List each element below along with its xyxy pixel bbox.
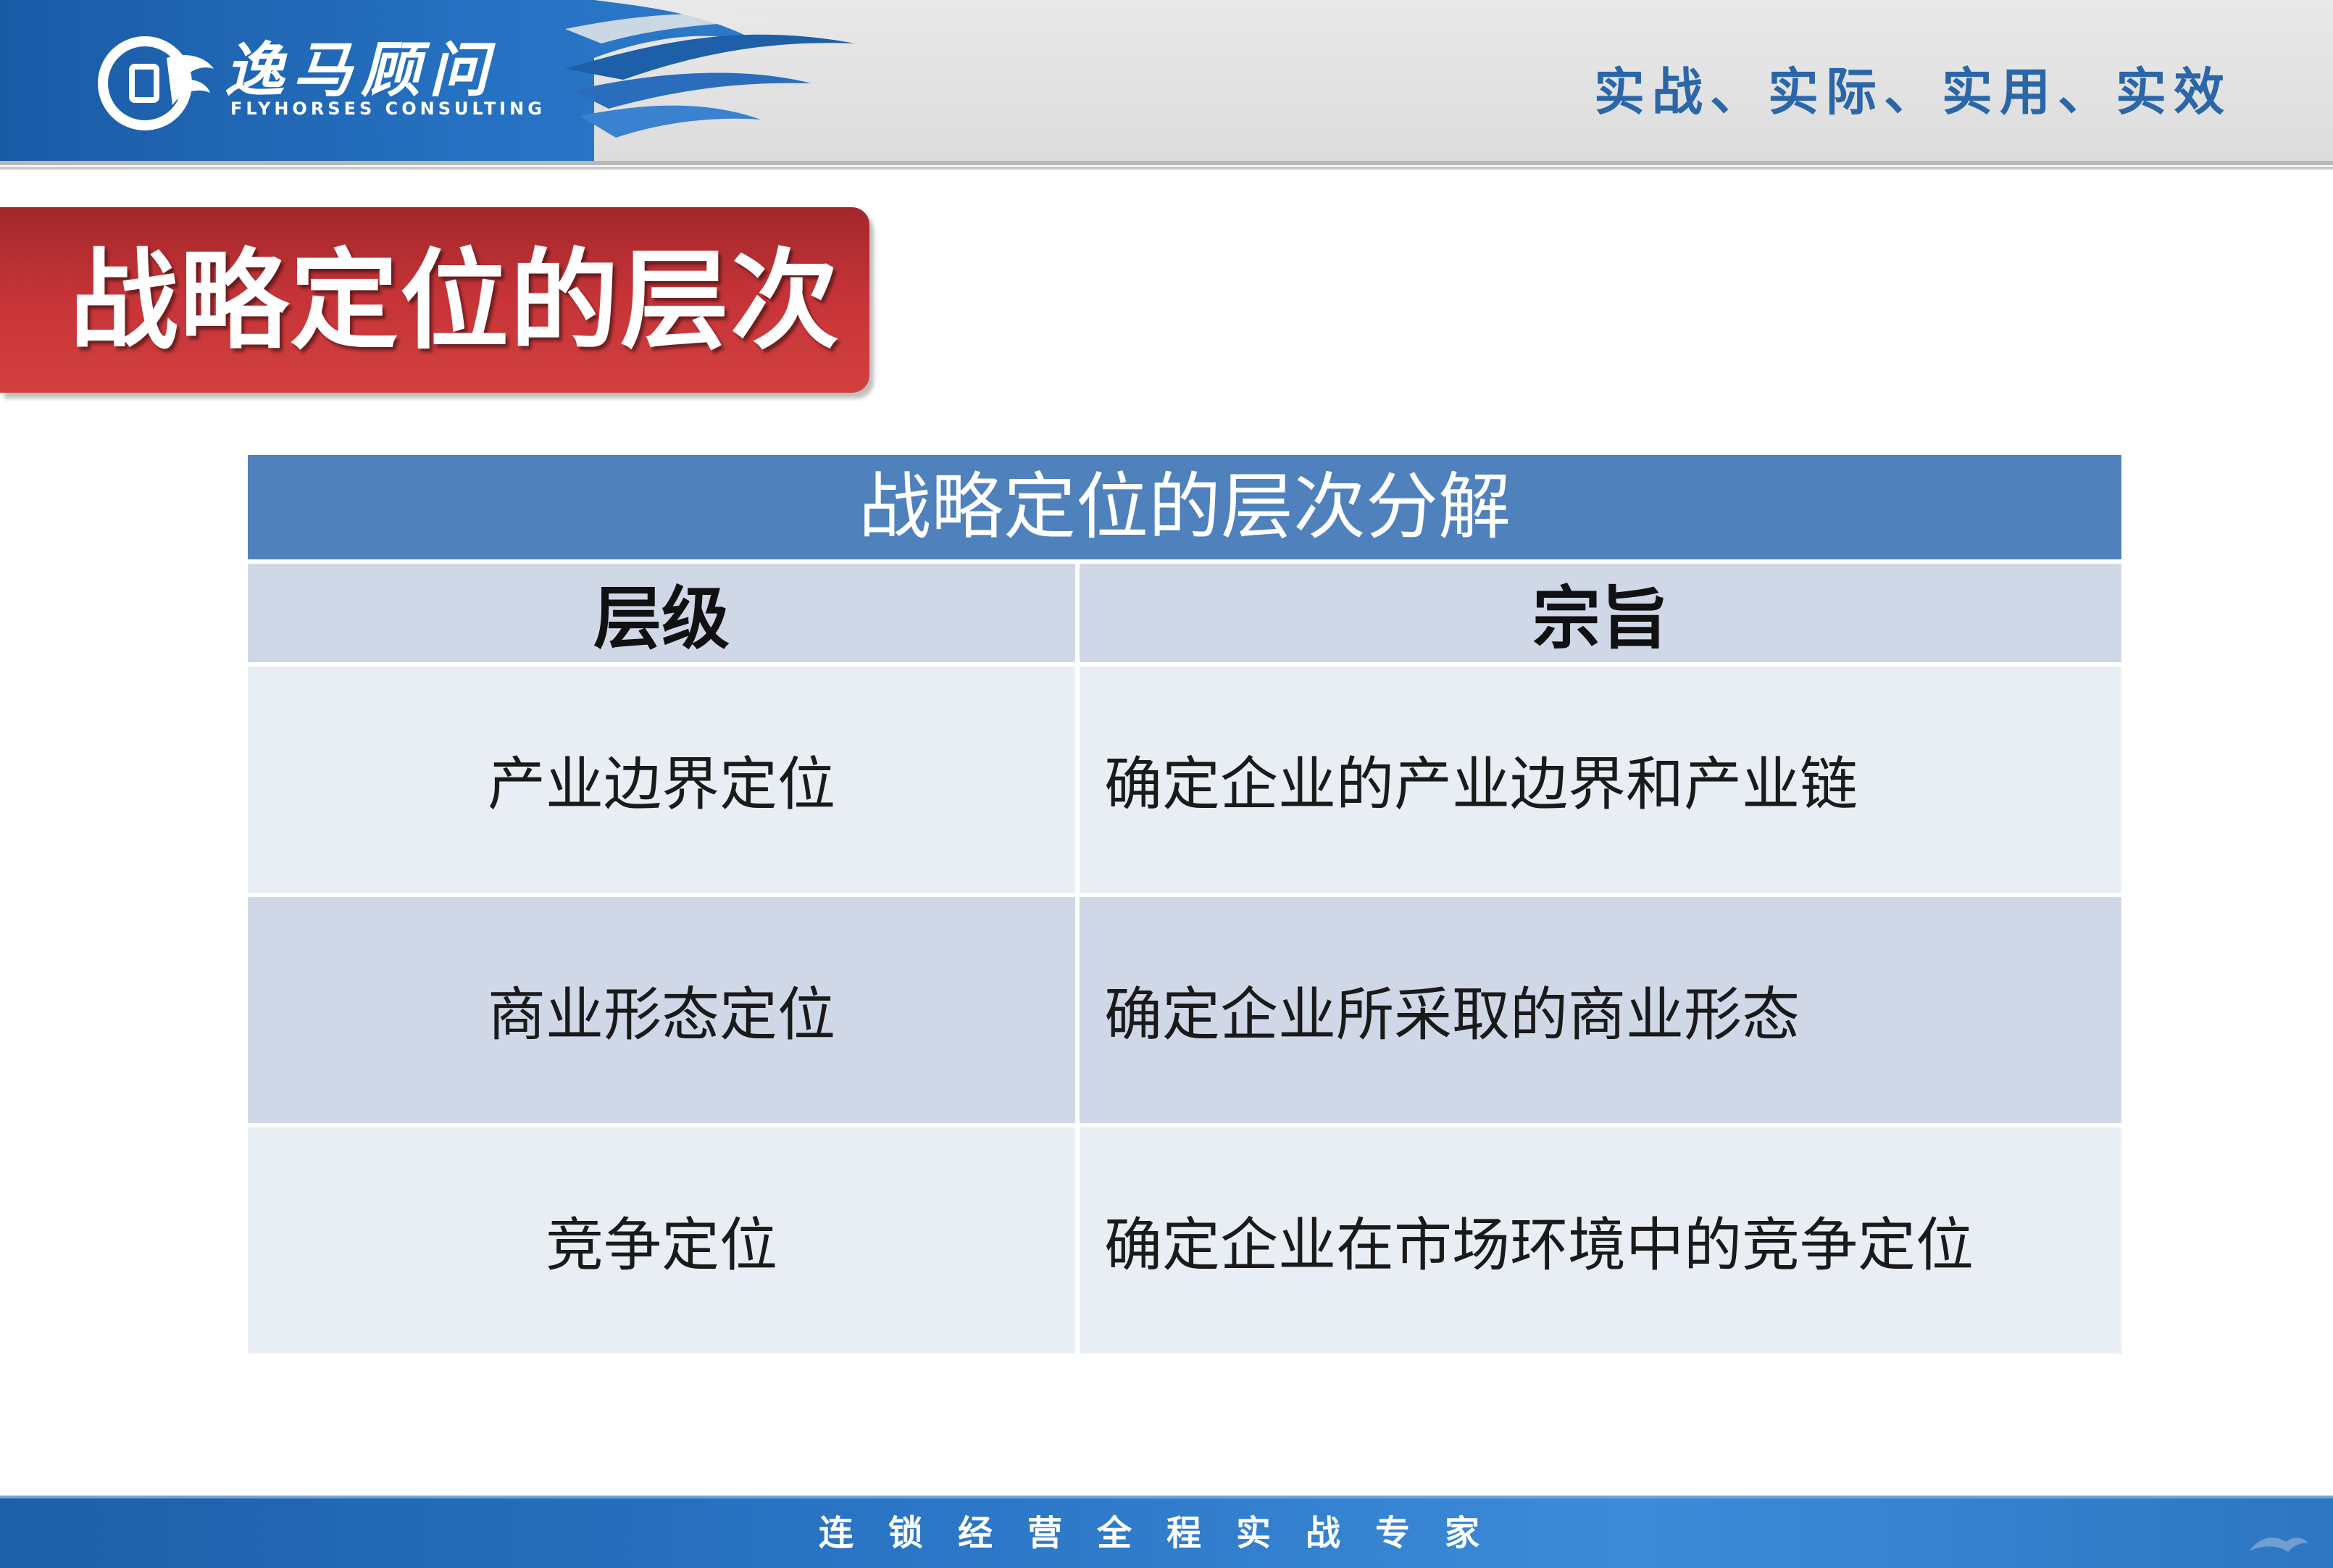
- table-row: 产业边界定位 确定企业的产业边界和产业链: [248, 667, 2121, 893]
- page-title: 战略定位的层次: [70, 238, 841, 364]
- horse-logo-icon: [98, 36, 214, 130]
- column-header-purpose: 宗旨: [1080, 564, 2121, 662]
- table-cell-level: 产业边界定位: [248, 667, 1075, 893]
- table-cell-purpose: 确定企业所采取的商业形态: [1080, 897, 2121, 1123]
- title-banner: 战略定位的层次: [0, 207, 869, 393]
- table-cell-level: 商业形态定位: [248, 897, 1075, 1123]
- corner-logo-icon: [2250, 1538, 2308, 1552]
- column-header-level: 层级: [248, 564, 1075, 662]
- brand-subtitle: FLYHORSES CONSULTING: [230, 99, 546, 119]
- header-divider: [0, 167, 2333, 170]
- footer-bar: 连锁经营全程实战专家: [0, 1496, 2333, 1568]
- table-row: 商业形态定位 确定企业所采取的商业形态: [248, 897, 2121, 1123]
- header-bar: 逸马顾问 FLYHORSES CONSULTING 实战、实际、实用、实效: [0, 0, 2333, 165]
- table-cell-purpose: 确定企业在市场环境中的竞争定位: [1080, 1127, 2121, 1354]
- table-cell-level: 竞争定位: [248, 1127, 1075, 1354]
- table-column-header-row: 层级 宗旨: [248, 564, 2121, 662]
- header-slogan: 实战、实际、实用、实效: [1594, 62, 2232, 122]
- brand-name: 逸马顾问: [225, 36, 497, 105]
- table-cell-purpose: 确定企业的产业边界和产业链: [1080, 667, 2121, 893]
- table-caption: 战略定位的层次分解: [248, 455, 2121, 559]
- table-row: 竞争定位 确定企业在市场环境中的竞争定位: [248, 1127, 2121, 1354]
- levels-table: 战略定位的层次分解 层级 宗旨 产业边界定位 确定企业的产业边界和产业链 商业形…: [248, 455, 2121, 1354]
- footer-slogan: 连锁经营全程实战专家: [818, 1513, 1514, 1554]
